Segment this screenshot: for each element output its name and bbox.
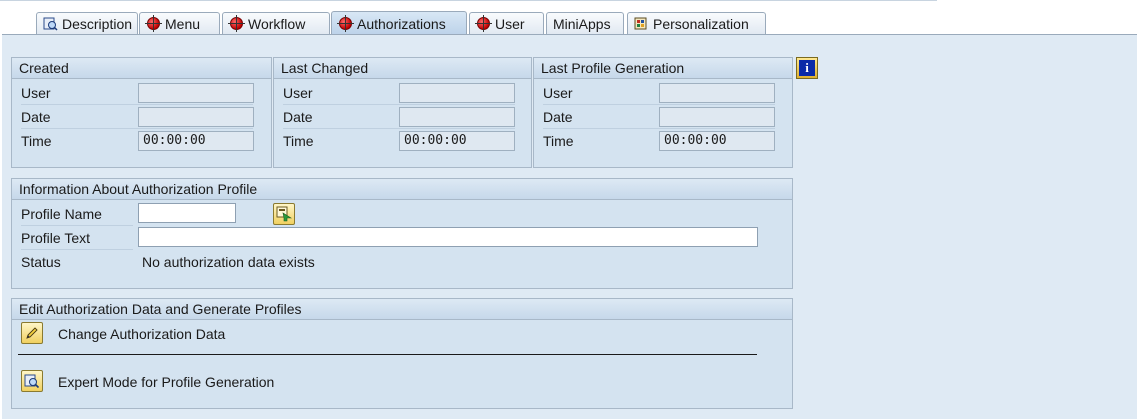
user-label: User <box>543 84 573 101</box>
created-date-field[interactable] <box>138 107 254 127</box>
pencil-icon <box>26 327 38 339</box>
inactive-red-icon <box>145 15 162 32</box>
last-profile-generation-time-field[interactable]: 00:00:00 <box>659 131 775 151</box>
time-label: Time <box>283 132 314 149</box>
inactive-red-icon <box>228 15 245 32</box>
tab-label: Personalization <box>653 15 749 32</box>
time-label: Time <box>543 132 574 149</box>
last-changed-user-field[interactable] <box>399 83 515 103</box>
last-changed-time-field[interactable]: 00:00:00 <box>399 131 515 151</box>
last-profile-generation-user-field[interactable] <box>659 83 775 103</box>
tab-label: Workflow <box>248 15 306 32</box>
last-changed-date-field[interactable] <box>399 107 515 127</box>
profile-text-input[interactable] <box>138 227 758 247</box>
top-divider <box>0 0 937 1</box>
date-label: Date <box>543 108 573 125</box>
tab-menu[interactable]: Menu <box>139 12 220 34</box>
expert-mode-button[interactable] <box>21 370 43 392</box>
tab-description[interactable]: Description <box>36 12 138 34</box>
personalization-icon <box>634 16 649 31</box>
change-authorization-data-label[interactable]: Change Authorization Data <box>58 326 225 342</box>
inactive-red-icon <box>337 15 354 32</box>
last-changed-group: Last Changed User Date Time 00:00:00 <box>273 57 532 168</box>
edit-authorization-title: Edit Authorization Data and Generate Pro… <box>12 299 792 320</box>
tab-label: MiniApps <box>553 15 611 32</box>
created-title: Created <box>12 58 271 79</box>
last-profile-generation-date-field[interactable] <box>659 107 775 127</box>
tab-user[interactable]: User <box>469 12 544 34</box>
date-label: Date <box>21 108 51 125</box>
user-label: User <box>21 84 51 101</box>
tab-label: Menu <box>165 15 201 32</box>
propose-profile-name-button[interactable] <box>273 203 295 225</box>
last-changed-title: Last Changed <box>274 58 531 79</box>
last-profile-generation-title: Last Profile Generation <box>534 58 792 79</box>
expert-mode-icon <box>24 374 40 389</box>
propose-name-icon <box>276 206 292 222</box>
status-label: Status <box>21 253 61 270</box>
user-label: User <box>283 84 313 101</box>
info-button[interactable]: i <box>796 57 818 79</box>
profile-name-input[interactable] <box>138 203 236 223</box>
profile-info-title: Information About Authorization Profile <box>12 179 792 200</box>
description-icon <box>43 16 58 31</box>
tab-workflow[interactable]: Workflow <box>222 12 330 34</box>
change-authorization-data-button[interactable] <box>21 322 43 344</box>
date-label: Date <box>283 108 313 125</box>
profile-info-group: Information About Authorization Profile … <box>11 178 793 289</box>
created-group: Created User Date Time 00:00:00 <box>11 57 272 168</box>
tab-label: User <box>495 15 525 32</box>
profile-text-label: Profile Text <box>21 229 90 246</box>
tab-label: Authorizations <box>357 15 446 32</box>
tab-authorizations[interactable]: Authorizations <box>331 11 467 35</box>
last-profile-generation-group: Last Profile Generation User Date Time 0… <box>533 57 793 168</box>
time-label: Time <box>21 132 52 149</box>
edit-divider <box>18 354 757 355</box>
inactive-red-icon <box>475 15 492 32</box>
tab-personalization[interactable]: Personalization <box>627 12 766 34</box>
info-icon: i <box>799 60 815 76</box>
created-user-field[interactable] <box>138 83 254 103</box>
expert-mode-label[interactable]: Expert Mode for Profile Generation <box>58 374 274 390</box>
profile-name-label: Profile Name <box>21 205 102 222</box>
status-value: No authorization data exists <box>142 254 315 270</box>
tab-label: Description <box>62 15 133 32</box>
created-time-field[interactable]: 00:00:00 <box>138 131 254 151</box>
tab-miniapps[interactable]: MiniApps <box>546 12 624 34</box>
